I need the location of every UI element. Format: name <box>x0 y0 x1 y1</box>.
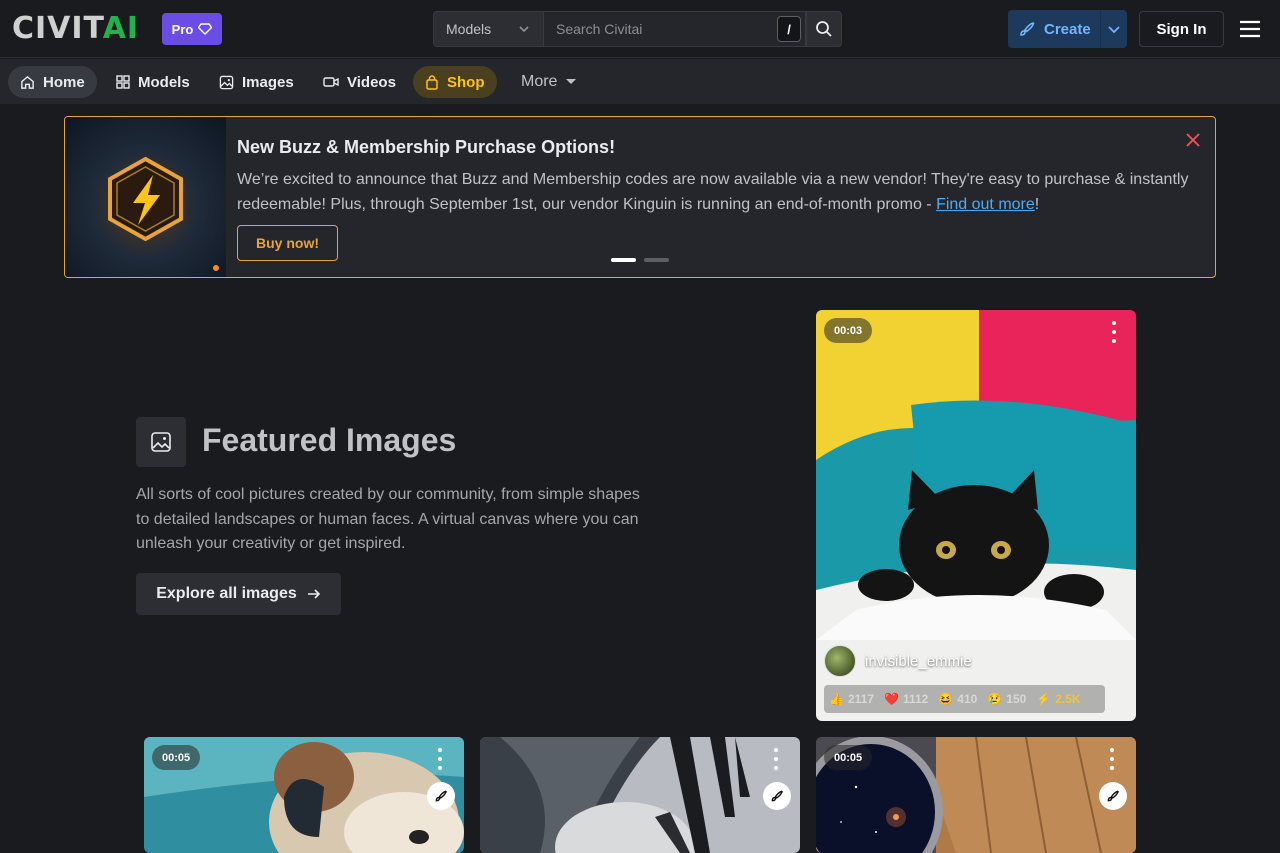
video-card[interactable]: 00:05 <box>144 737 464 853</box>
banner-body: We’re excited to announce that Buzz and … <box>237 171 1189 213</box>
nav-more[interactable]: More <box>509 66 589 98</box>
civitai-logo[interactable]: CIVITAI <box>12 14 139 44</box>
search-category-select[interactable]: Models <box>433 11 544 47</box>
logo-text-ai: AI <box>102 11 140 46</box>
dragon-thumbnail <box>480 737 800 853</box>
more-options-icon[interactable] <box>773 748 779 770</box>
create-button[interactable]: Create <box>1008 10 1127 48</box>
close-icon[interactable] <box>1184 131 1202 149</box>
heart-reaction[interactable]: ❤️ 1112 <box>884 692 928 706</box>
find-out-more-link[interactable]: Find out more <box>936 196 1035 213</box>
home-icon <box>21 75 34 89</box>
video-icon <box>323 77 339 87</box>
explore-images-button[interactable]: Explore all images <box>136 573 341 615</box>
search-category-label: Models <box>446 21 492 37</box>
main-nav: Home Models Images Videos Shop More <box>0 59 1280 104</box>
like-reaction[interactable]: 👍 2117 <box>829 692 874 706</box>
featured-description: All sorts of cool pictures created by ou… <box>136 486 640 552</box>
nav-images[interactable]: Images <box>207 66 306 98</box>
like-count: 2117 <box>847 692 874 706</box>
search-input[interactable]: Search Civitai / <box>544 11 806 47</box>
announcement-banner: New Buzz & Membership Purchase Options! … <box>64 116 1216 278</box>
carousel-dot[interactable] <box>644 258 669 262</box>
remix-button[interactable] <box>427 782 455 810</box>
duration-badge: 00:03 <box>824 318 873 343</box>
thumbs-up-icon: 👍 <box>829 692 844 706</box>
carousel-dot[interactable] <box>611 258 636 262</box>
duration-badge: 00:05 <box>152 745 201 770</box>
more-options-icon[interactable] <box>437 748 443 770</box>
remix-button[interactable] <box>763 782 791 810</box>
laugh-reaction[interactable]: 😆 410 <box>938 692 977 706</box>
sign-in-button[interactable]: Sign In <box>1139 11 1224 47</box>
laugh-count: 410 <box>957 692 978 706</box>
heart-count: 1112 <box>902 692 929 706</box>
remix-button[interactable] <box>1099 782 1127 810</box>
card-author[interactable]: invisible_emmie <box>824 645 972 677</box>
reactions-bar: 👍 2117 ❤️ 1112 😆 410 😢 150 ⚡ 2.5K <box>824 685 1105 713</box>
buy-now-button[interactable]: Buy now! <box>237 225 338 261</box>
video-card[interactable]: 00:05 <box>816 737 1136 853</box>
lightning-icon: ⚡ <box>1036 692 1052 706</box>
logo-text: CIVIT <box>12 11 103 46</box>
image-icon <box>219 75 234 89</box>
create-dropdown[interactable] <box>1101 22 1127 36</box>
duration-badge: 00:05 <box>824 745 873 770</box>
top-bar: CIVITAI Pro Models Search Civitai / Crea… <box>0 0 1280 58</box>
heart-icon: ❤️ <box>884 692 899 706</box>
explore-label: Explore all images <box>156 585 297 602</box>
banner-title: New Buzz & Membership Purchase Options! <box>237 137 616 157</box>
create-label: Create <box>1044 20 1091 38</box>
pro-button[interactable]: Pro <box>162 13 222 45</box>
more-options-icon[interactable] <box>1111 321 1117 343</box>
caret-down-icon <box>566 79 577 84</box>
nav-home-label: Home <box>43 73 85 91</box>
grid-icon <box>116 75 130 89</box>
laugh-icon: 😆 <box>938 692 954 706</box>
menu-icon[interactable] <box>1238 18 1262 40</box>
brush-icon <box>1107 790 1119 802</box>
chevron-down-icon <box>519 26 529 33</box>
pro-label: Pro <box>171 21 194 37</box>
cry-count: 150 <box>1006 692 1027 706</box>
brush-icon <box>1020 22 1035 36</box>
brush-icon <box>771 790 783 802</box>
featured-title: Featured Images <box>202 422 457 458</box>
nav-images-label: Images <box>242 73 294 91</box>
brush-icon <box>435 790 447 802</box>
banner-text: We’re excited to announce that Buzz and … <box>237 167 1207 217</box>
nav-shop-label: Shop <box>447 73 485 91</box>
search-icon <box>816 21 832 37</box>
nav-more-label: More <box>521 73 558 90</box>
nav-models[interactable]: Models <box>104 66 202 98</box>
search-placeholder: Search Civitai <box>556 21 643 37</box>
buzz-count: 2.5K <box>1055 692 1081 706</box>
featured-image-icon <box>136 417 186 467</box>
search-bar: Models Search Civitai / <box>433 11 842 47</box>
buzz-image <box>65 117 226 277</box>
shopping-bag-icon <box>426 74 438 90</box>
cry-reaction[interactable]: 😢 150 <box>987 692 1026 706</box>
arrow-right-icon <box>307 589 320 599</box>
chevron-down-icon <box>1108 26 1120 34</box>
username: invisible_emmie <box>865 652 972 670</box>
search-shortcut-key: / <box>777 16 801 42</box>
nav-videos[interactable]: Videos <box>311 66 408 98</box>
banner-body-end: ! <box>1034 196 1040 213</box>
nav-models-label: Models <box>138 73 190 91</box>
search-button[interactable] <box>806 11 842 47</box>
more-options-icon[interactable] <box>1109 748 1115 770</box>
buzz-tip[interactable]: ⚡ 2.5K <box>1036 692 1080 706</box>
diamond-icon <box>198 23 213 35</box>
nav-videos-label: Videos <box>347 73 396 91</box>
avatar <box>824 645 856 677</box>
lightning-hexagon-icon <box>108 156 219 271</box>
carousel-indicators <box>611 258 669 262</box>
cry-icon: 😢 <box>987 692 1003 706</box>
nav-home[interactable]: Home <box>8 66 97 98</box>
featured-video-card[interactable]: 00:03 invisible_emmie 👍 2117 ❤️ 1112 😆 410 … <box>816 310 1136 721</box>
image-card[interactable] <box>480 737 800 853</box>
nav-shop[interactable]: Shop <box>413 66 497 98</box>
